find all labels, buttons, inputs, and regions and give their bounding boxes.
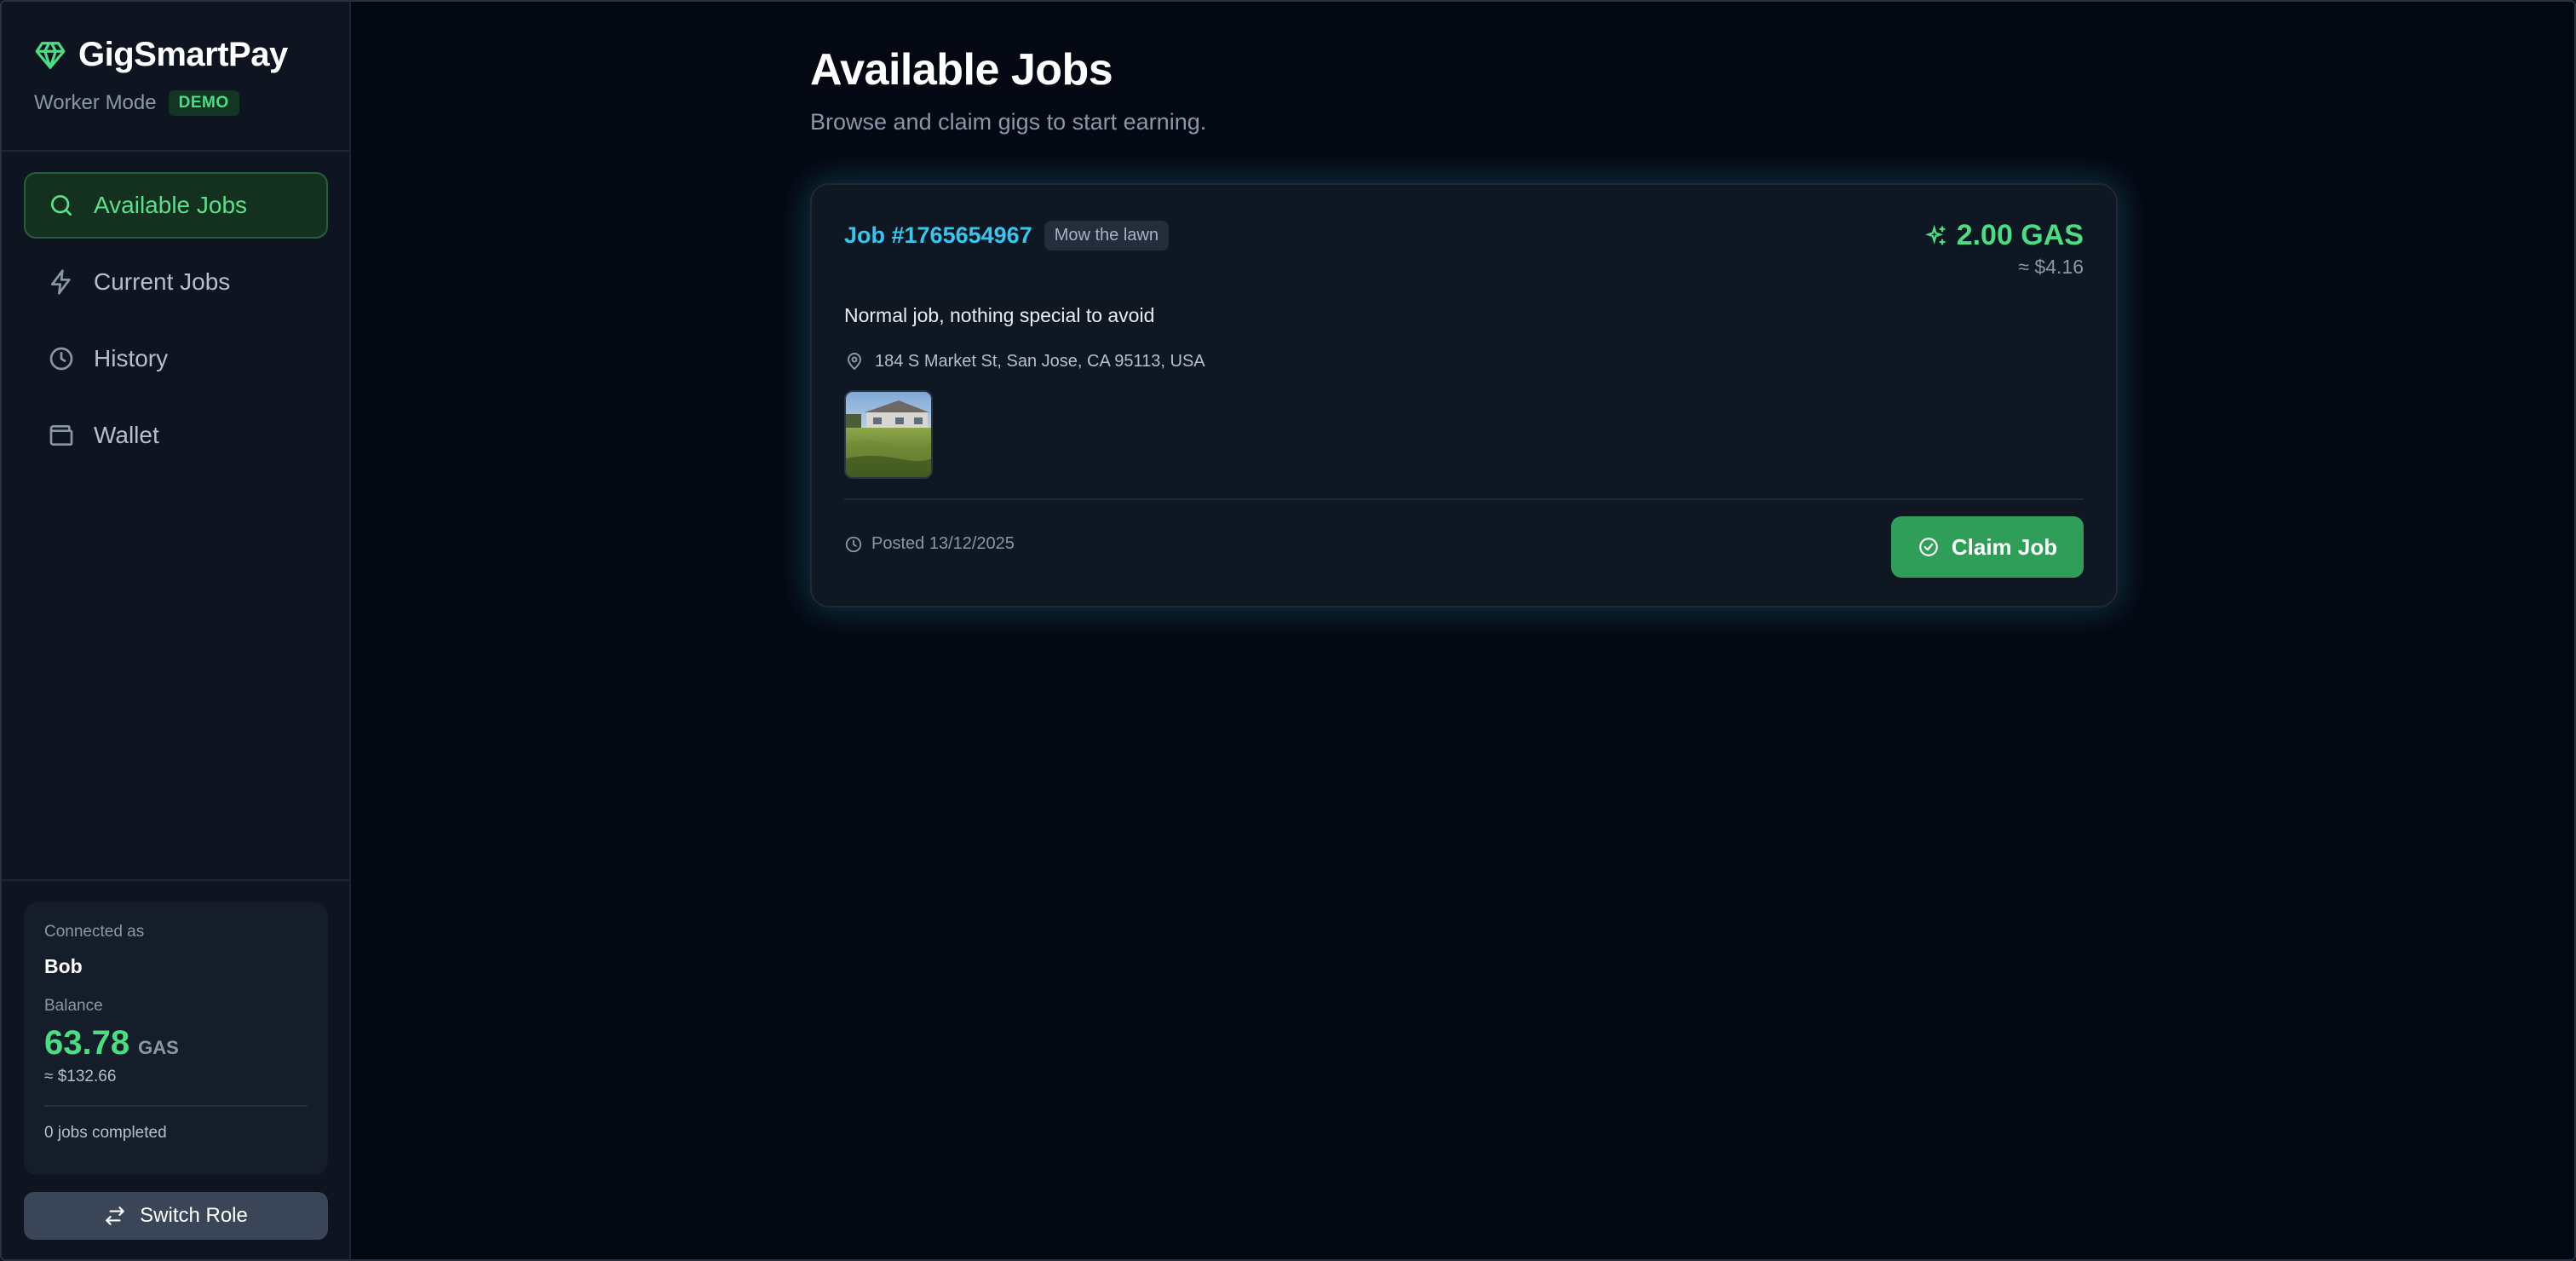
- mode-row: Worker Mode DEMO: [34, 90, 239, 116]
- job-header: Job #1765654967 Mow the lawn: [844, 221, 1169, 250]
- job-location: 184 S Market St, San Jose, CA 95113, USA: [844, 351, 1205, 371]
- clock-icon: [845, 536, 862, 552]
- job-description: Normal job, nothing special to avoid: [844, 304, 1155, 326]
- lawn-photo: [846, 392, 931, 477]
- job-location-text: 184 S Market St, San Jose, CA 95113, USA: [875, 351, 1205, 371]
- account-card: Connected as Bob Balance 63.78 GAS ≈ $13…: [24, 902, 328, 1175]
- sparkles-icon: [1924, 224, 1946, 245]
- sidebar-item-history[interactable]: History: [24, 325, 328, 392]
- job-tag: Mow the lawn: [1044, 221, 1169, 250]
- balance-unit: GAS: [138, 1037, 179, 1058]
- account-divider: [44, 1105, 308, 1107]
- job-price-usd: ≈ $4.16: [2018, 256, 2084, 278]
- account-name: Bob: [44, 955, 83, 977]
- balance-value: 63.78: [44, 1024, 130, 1062]
- job-photo-thumbnail[interactable]: [844, 390, 933, 479]
- wallet-icon: [49, 425, 73, 446]
- search-icon: [51, 195, 72, 216]
- clock-icon: [49, 347, 73, 371]
- job-divider: [844, 498, 2084, 500]
- connected-label: Connected as: [44, 923, 145, 941]
- sidebar-item-label: History: [94, 345, 169, 371]
- sidebar: GigSmartPay Worker Mode DEMO Available J…: [2, 2, 351, 1259]
- app-name: GigSmartPay: [78, 36, 288, 73]
- swap-arrows-icon: [106, 1206, 124, 1225]
- claim-job-label: Claim Job: [1951, 533, 2058, 560]
- sidebar-item-current-jobs[interactable]: Current Jobs: [24, 249, 328, 315]
- app-window: GigSmartPay Worker Mode DEMO Available J…: [0, 0, 2576, 1261]
- balance-label: Balance: [44, 997, 103, 1015]
- check-circle-icon: [1919, 538, 1938, 556]
- sidebar-item-available-jobs[interactable]: Available Jobs: [24, 172, 328, 239]
- price-block: 2.00 GAS ≈ $4.16: [1924, 219, 2084, 279]
- sidebar-bottom-divider: [2, 879, 351, 881]
- price-row: 2.00 GAS: [1924, 219, 2084, 252]
- balance-row: 63.78 GAS: [44, 1024, 308, 1062]
- demo-badge: DEMO: [168, 90, 239, 116]
- page-title: Available Jobs: [810, 45, 1113, 95]
- brand: GigSmartPay: [34, 36, 288, 74]
- switch-role-button[interactable]: Switch Role: [24, 1192, 328, 1240]
- job-price: 2.00 GAS: [1956, 219, 2084, 251]
- sidebar-item-label: Available Jobs: [94, 192, 248, 218]
- sidebar-item-label: Wallet: [94, 422, 159, 448]
- gem-icon: [35, 41, 66, 69]
- switch-role-label: Switch Role: [140, 1204, 248, 1227]
- job-card: Job #1765654967 Mow the lawn 2.00 GAS ≈ …: [810, 183, 2118, 607]
- mode-label: Worker Mode: [34, 91, 157, 114]
- map-pin-icon: [848, 353, 861, 370]
- posted-date: Posted 13/12/2025: [844, 534, 1015, 554]
- sidebar-item-label: Current Jobs: [94, 268, 231, 295]
- claim-job-button[interactable]: Claim Job: [1891, 516, 2084, 578]
- sidebar-divider: [2, 150, 351, 152]
- sidebar-nav: Available Jobs Current Jobs History Wall…: [24, 172, 328, 479]
- sidebar-item-wallet[interactable]: Wallet: [24, 402, 328, 469]
- page-subtitle: Browse and claim gigs to start earning.: [810, 109, 1207, 135]
- job-id: Job #1765654967: [844, 222, 1032, 248]
- posted-date-text: Posted 13/12/2025: [871, 534, 1015, 553]
- balance-usd: ≈ $132.66: [44, 1068, 117, 1085]
- jobs-completed: 0 jobs completed: [44, 1124, 167, 1142]
- lightning-icon: [51, 269, 71, 295]
